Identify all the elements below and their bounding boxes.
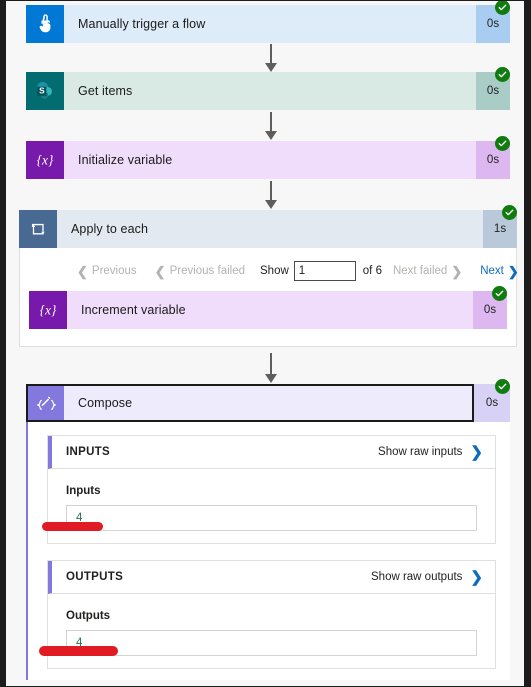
pager-of-label: of 6 [362,265,382,277]
pager-next-button[interactable]: Next ❯ [471,263,524,279]
outputs-header-label: OUTPUTS [66,571,124,583]
connector-arrow-1 [264,44,278,72]
svg-text:{x}: {x} [40,303,57,318]
pager-page-input[interactable] [293,261,356,281]
outputs-field-label: Outputs [66,610,111,622]
loop-iteration-pager: ❮ Previous ❮ Previous failed Show of 6 N… [68,261,524,281]
flow-run-viewer: Manually trigger a flow 0s S Get items 0… [0,0,531,687]
svg-text:{x}: {x} [37,153,54,168]
flow-step-title: Initialize variable [64,141,476,179]
inputs-card: INPUTS Show raw inputs ❯ Inputs 4 [47,435,496,544]
pager-next-failed-button[interactable]: Next failed ❯ [384,265,471,278]
annotation-redaction-mark-outputs [39,646,118,656]
show-raw-outputs-label: Show raw outputs [371,571,463,583]
pager-show-label: Show [260,265,289,277]
show-raw-inputs-link[interactable]: Show raw inputs ❯ [378,445,483,460]
loop-repeat-icon [19,210,57,248]
annotation-redaction-mark-inputs [42,522,103,531]
status-badge-succeeded [495,379,510,394]
variable-braces-icon: {x} [29,291,67,329]
connector-arrow-4 [264,353,278,383]
pager-previous-label: Previous [91,265,137,277]
chevron-left-icon: ❮ [154,263,166,279]
pager-next-failed-label: Next failed [392,265,448,277]
chevron-right-icon: ❯ [451,263,463,279]
touch-hand-icon [26,5,64,43]
flow-step-card-trigger[interactable]: Manually trigger a flow 0s [26,5,510,43]
chevron-right-icon: ❯ [470,568,483,586]
pager-previous-failed-button[interactable]: ❮ Previous failed [146,265,254,278]
flow-step-title: Manually trigger a flow [64,5,476,43]
show-raw-inputs-label: Show raw inputs [378,446,463,458]
flow-step-card-increment-variable[interactable]: {x} Increment variable 0s [29,291,507,329]
flow-step-card-apply-to-each[interactable]: Apply to each 1s [19,210,517,248]
chevron-left-icon: ❮ [77,263,88,279]
flow-step-card-initialize-variable[interactable]: {x} Initialize variable 0s [26,141,510,179]
flow-step-card-get-items[interactable]: S Get items 0s [26,72,510,110]
status-badge-succeeded [502,205,517,220]
show-raw-outputs-link[interactable]: Show raw outputs ❯ [371,570,483,585]
compose-pen-icon [28,386,64,420]
inputs-header-label: INPUTS [66,446,110,458]
pager-next-label: Next [480,265,504,277]
flow-step-title: Get items [64,72,476,110]
chevron-right-icon: ❯ [470,443,483,461]
outputs-value[interactable]: 4 [66,630,477,656]
inputs-card-header: INPUTS Show raw inputs ❯ [48,436,495,469]
flow-step-title: Compose [64,386,472,420]
connector-arrow-2 [264,112,278,140]
chevron-right-icon: ❯ [507,263,519,279]
inputs-value[interactable]: 4 [66,505,477,531]
inputs-field-label: Inputs [66,485,101,497]
flow-step-title: Apply to each [57,210,483,248]
pager-previous-failed-label: Previous failed [169,265,245,277]
outputs-card-body: Outputs 4 [48,594,495,670]
connector-arrow-3 [264,181,278,209]
status-badge-succeeded [495,136,510,151]
inputs-card-body: Inputs 4 [48,469,495,545]
status-badge-succeeded [492,286,507,301]
status-badge-succeeded [495,67,510,82]
flow-step-card-compose[interactable]: Compose 0s [26,384,510,422]
status-badge-succeeded [495,1,510,15]
svg-text:S: S [39,87,45,96]
outputs-card-header: OUTPUTS Show raw outputs ❯ [48,561,495,594]
pager-previous-button[interactable]: ❮ Previous [68,265,146,278]
variable-braces-icon: {x} [26,141,64,179]
flow-canvas: Manually trigger a flow 0s S Get items 0… [6,1,524,686]
flow-step-title: Increment variable [67,291,473,329]
sharepoint-icon: S [26,72,64,110]
